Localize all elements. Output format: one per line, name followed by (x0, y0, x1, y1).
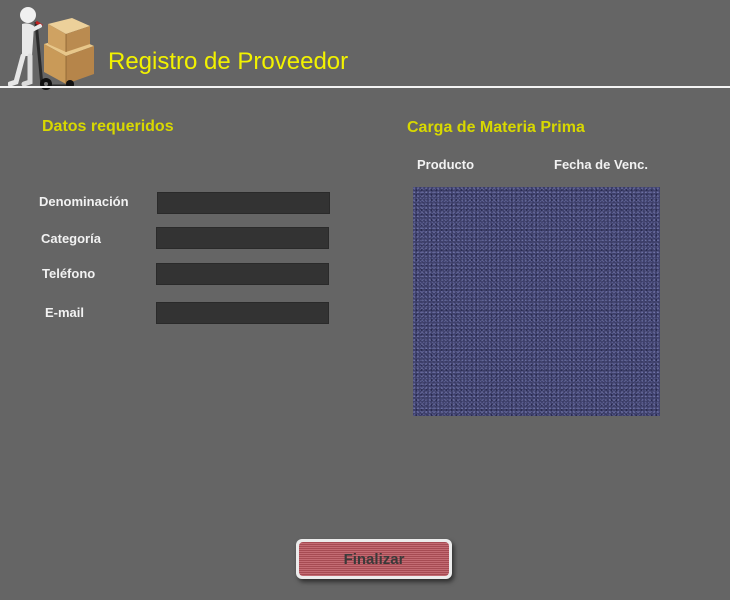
email-label: E-mail (45, 305, 85, 320)
denomination-field[interactable] (157, 192, 330, 214)
raw-material-heading: Carga de Materia Prima (407, 119, 585, 136)
expiry-date-column-header: Fecha de Venc. (554, 157, 648, 172)
finalize-button-frame: Finalizar (296, 539, 452, 579)
delivery-logo-icon (8, 7, 94, 90)
category-label: Categoría (41, 231, 101, 246)
phone-label: Teléfono (42, 266, 96, 281)
required-data-heading: Datos requeridos (42, 118, 174, 135)
finalize-button[interactable]: Finalizar (299, 542, 449, 576)
email-field[interactable] (156, 302, 329, 324)
phone-field[interactable] (156, 263, 329, 285)
product-column-header: Producto (417, 157, 475, 172)
denomination-label: Denominación (39, 194, 129, 209)
category-field[interactable] (156, 227, 329, 249)
page-title: Registro de Proveedor (108, 48, 349, 75)
raw-material-list[interactable] (413, 187, 660, 416)
header-divider (0, 86, 730, 88)
